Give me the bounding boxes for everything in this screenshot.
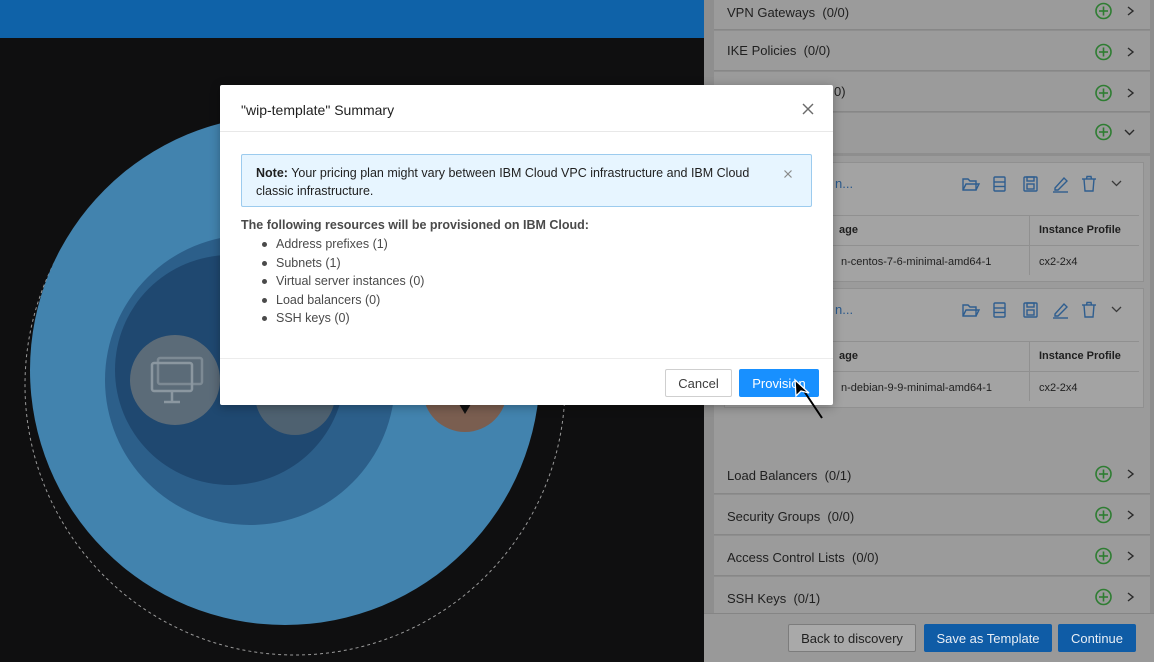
note-text: Note: Your pricing plan might vary betwe… [256,164,776,200]
plus-circle-icon[interactable] [1095,588,1112,606]
list-item: Load balancers (0) [262,291,424,310]
instance-toolbar [962,175,1122,193]
instance-node [130,335,220,425]
save-icon[interactable] [1023,176,1038,192]
chevron-down-icon[interactable] [1124,129,1135,136]
plus-circle-icon[interactable] [1095,547,1112,565]
cell-image: n-centos-7-6-minimal-amd64-1 [841,256,992,268]
row-ssh-keys[interactable]: SSH Keys (0/1) [714,577,1150,613]
column-header-image: age [839,224,858,236]
resources-list: Address prefixes (1) Subnets (1) Virtual… [262,235,424,328]
row-controls [1095,2,1135,20]
trash-icon[interactable] [1082,301,1096,318]
modal-header: "wip-template" Summary [220,85,833,132]
column-header-image: age [839,350,858,362]
server-icon[interactable] [993,176,1006,192]
summary-modal: "wip-template" Summary Note: Your pricin… [220,85,833,405]
row-access-control-lists[interactable]: Access Control Lists (0/0) [714,536,1150,576]
chevron-right-icon[interactable] [1127,6,1135,16]
list-item: Virtual server instances (0) [262,272,424,291]
trash-icon[interactable] [1082,175,1096,192]
chevron-right-icon[interactable] [1127,510,1135,520]
resources-heading: The following resources will be provisio… [241,218,589,232]
cell-profile: cx2-2x4 [1039,382,1078,394]
mouse-cursor-icon [794,378,823,419]
column-header-profile: Instance Profile [1039,350,1121,362]
save-as-template-button[interactable]: Save as Template [924,624,1052,652]
close-icon[interactable] [783,169,793,179]
chevron-right-icon[interactable] [1127,88,1135,98]
row-controls [1095,547,1135,565]
note-label: Note: [256,166,288,180]
row-vpn-gateways[interactable]: VPN Gateways (0/0) [714,0,1150,30]
plus-circle-icon[interactable] [1095,84,1112,102]
edit-icon[interactable] [1053,302,1068,319]
server-icon[interactable] [993,302,1006,318]
plus-circle-icon[interactable] [1095,123,1112,141]
continue-button[interactable]: Continue [1058,624,1136,652]
row-controls [1095,43,1135,61]
chevron-right-icon[interactable] [1127,47,1135,57]
cell-profile: cx2-2x4 [1039,256,1078,268]
save-icon[interactable] [1023,302,1038,318]
back-to-discovery-button[interactable]: Back to discovery [788,624,916,652]
note-message: Your pricing plan might vary between IBM… [256,166,750,198]
row-controls [1095,588,1135,606]
edit-icon[interactable] [1053,176,1068,193]
plus-circle-icon[interactable] [1095,465,1112,483]
chevron-right-icon[interactable] [1127,551,1135,561]
row-security-groups[interactable]: Security Groups (0/0) [714,495,1150,535]
column-header-profile: Instance Profile [1039,224,1121,236]
modal-title: "wip-template" Summary [241,102,395,118]
cancel-button[interactable]: Cancel [665,369,732,397]
list-item: Subnets (1) [262,254,424,273]
row-controls [1095,465,1135,483]
modal-footer: Cancel Provision [220,358,833,405]
plus-circle-icon[interactable] [1095,506,1112,524]
row-controls [1095,506,1135,524]
chevron-down-icon[interactable] [1111,306,1122,313]
row-ike-policies[interactable]: IKE Policies (0/0) [714,31,1150,71]
cell-image: n-debian-9-9-minimal-amd64-1 [841,382,993,394]
chevron-right-icon[interactable] [1127,592,1135,602]
instance-name[interactable]: n... [835,176,853,191]
pricing-note: Note: Your pricing plan might vary betwe… [241,154,812,207]
chevron-down-icon[interactable] [1111,180,1122,187]
list-item: Address prefixes (1) [262,235,424,254]
chevron-right-icon[interactable] [1127,469,1135,479]
folder-open-icon[interactable] [962,304,981,317]
instance-name[interactable]: n... [835,302,853,317]
folder-open-icon[interactable] [962,178,981,191]
row-load-balancers[interactable]: Load Balancers (0/1) [714,454,1150,494]
list-item: SSH keys (0) [262,309,424,328]
panel-footer: Back to discovery Save as Template Conti… [704,613,1154,662]
instance-toolbar [962,301,1122,319]
close-icon[interactable] [801,102,815,116]
plus-circle-icon[interactable] [1095,2,1112,20]
plus-circle-icon[interactable] [1095,43,1112,61]
